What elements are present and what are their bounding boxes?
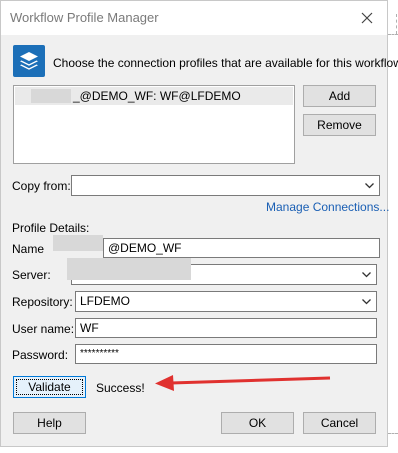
repository-label: Repository: xyxy=(12,295,73,309)
close-button[interactable] xyxy=(347,1,387,35)
status-text: Success! xyxy=(96,381,145,395)
cancel-button[interactable]: Cancel xyxy=(303,412,376,434)
redacted-block xyxy=(67,258,191,280)
ok-button[interactable]: OK xyxy=(221,412,294,434)
server-label: Server: xyxy=(12,268,51,282)
username-field[interactable]: WF xyxy=(75,318,377,338)
chevron-down-icon xyxy=(362,299,371,305)
layers-icon xyxy=(13,45,45,77)
divider xyxy=(388,433,398,434)
instruction-text: Choose the connection profiles that are … xyxy=(53,56,398,70)
name-field[interactable]: @DEMO_WF xyxy=(103,238,380,258)
username-label: User name: xyxy=(12,322,75,336)
username-value: WF xyxy=(80,321,99,335)
copy-from-label: Copy from: xyxy=(12,179,71,193)
add-button[interactable]: Add xyxy=(303,85,376,107)
close-icon xyxy=(361,12,373,24)
window-title: Workflow Profile Manager xyxy=(10,10,159,25)
dialog-window: Workflow Profile Manager Choose the conn… xyxy=(0,0,398,447)
manage-connections-link[interactable]: Manage Connections... xyxy=(266,200,389,214)
name-label: Name xyxy=(12,242,45,256)
redacted-block xyxy=(31,89,71,103)
chevron-down-icon xyxy=(362,272,371,278)
repository-value: LFDEMO xyxy=(80,294,131,308)
divider xyxy=(396,14,397,34)
chevron-down-icon xyxy=(365,183,374,189)
password-value: ********** xyxy=(80,348,119,359)
divider xyxy=(388,34,398,35)
repository-combo[interactable]: LFDEMO xyxy=(75,291,377,312)
red-arrow-annotation xyxy=(155,375,331,391)
help-button[interactable]: Help xyxy=(13,412,86,434)
password-label: Password: xyxy=(12,348,69,362)
redacted-block xyxy=(53,235,103,251)
name-value: @DEMO_WF xyxy=(108,241,182,255)
copy-from-combo[interactable] xyxy=(71,175,380,196)
profiles-listbox[interactable]: _@DEMO_WF: WF@LFDEMO xyxy=(13,85,295,164)
title-bar: Workflow Profile Manager xyxy=(1,1,387,35)
profile-details-heading: Profile Details: xyxy=(12,221,90,235)
list-item[interactable]: _@DEMO_WF: WF@LFDEMO xyxy=(15,87,293,105)
validate-button[interactable]: Validate xyxy=(13,376,86,398)
remove-button[interactable]: Remove xyxy=(303,114,376,136)
password-field[interactable]: ********** xyxy=(75,344,377,364)
list-item-label: _@DEMO_WF: WF@LFDEMO xyxy=(73,89,241,103)
